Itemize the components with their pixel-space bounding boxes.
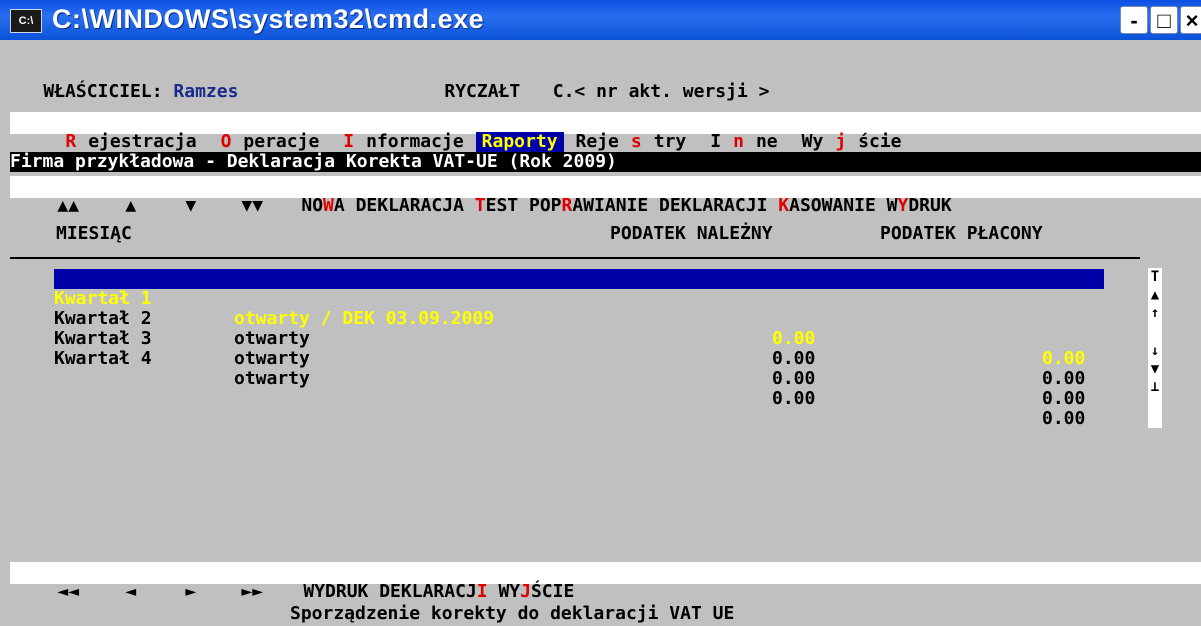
window-title: C:\WINDOWS\system32\cmd.exe xyxy=(52,4,485,34)
scroll-up-icon[interactable]: ↑ xyxy=(1148,304,1162,322)
owner-value: Ramzes xyxy=(173,81,239,102)
scroll-bottom-icon[interactable]: ⊥ xyxy=(1148,378,1162,396)
menu-rejestracja[interactable]: Rejestracja xyxy=(53,132,208,152)
row-status: otwarty xyxy=(234,368,310,389)
owner-label: WŁAŚCICIEL: xyxy=(43,81,163,102)
menu-inne[interactable]: In ne xyxy=(698,132,789,152)
column-header-month: MIESIĄC xyxy=(56,223,132,244)
first-page-button[interactable]: ◄◄ xyxy=(53,582,107,602)
footer-hint: Sporządzenie korekty do deklaracji VAT U… xyxy=(290,603,735,624)
tax-mode: RYCZAŁT xyxy=(444,81,521,102)
table-row[interactable]: Kwartał 1 otwarty / DEK 03.09.2009 0.00 … xyxy=(54,269,1104,369)
row-tax-due: 0.00 xyxy=(772,348,816,369)
action-toolbar: ▲▲ ▲ ▼ ▼▼ NOWA DEKLARACJA TEST POPRAWIANIE D… xyxy=(10,176,1201,216)
first-record-button[interactable]: ▲▲ xyxy=(53,196,107,216)
column-header-tax-paid: PODATEK PŁACONY xyxy=(880,223,1043,244)
menu-raporty[interactable]: Raporty xyxy=(475,132,564,152)
menu-rejestry[interactable]: Reje s try xyxy=(564,132,699,152)
test-button[interactable]: TEST xyxy=(475,196,518,216)
bottom-toolbar: ◄◄ ◄ ► ►► WYDRUK DEKLARACJI WYJŚCIE xyxy=(10,562,1201,602)
maximize-button[interactable]: □ xyxy=(1150,6,1178,34)
exit-button[interactable]: WYJŚCIE xyxy=(498,582,574,602)
status-line: WŁAŚCICIEL: Ramzes RYCZAŁT C.< nr akt. w… xyxy=(0,62,1201,102)
table-row[interactable]: Kwartał 4 otwarty 0.00 0.00 xyxy=(54,329,1104,429)
row-period: Kwartał 4 xyxy=(54,348,152,369)
next-page-button[interactable]: ► xyxy=(175,582,235,602)
close-button[interactable]: × xyxy=(1180,6,1201,34)
vertical-scrollbar[interactable]: T ▲ ↑ ↓ ▼ ⊥ xyxy=(1148,268,1162,428)
panel-title: Firma przykładowa - Deklaracja Korekta V… xyxy=(10,152,1201,172)
fix-declaration-button[interactable]: POPRAWIANIE DEKLARACJI xyxy=(529,196,767,216)
menu-informacje[interactable]: Informacje xyxy=(331,132,475,152)
main-menu: Rejestracja Operacje Informacje Raporty Reje… xyxy=(10,112,1201,152)
row-status: otwarty xyxy=(234,348,310,369)
new-declaration-button[interactable]: NOWA DEKLARACJA xyxy=(301,196,464,216)
scroll-top-icon[interactable]: T xyxy=(1148,268,1162,286)
row-tax-paid: 0.00 xyxy=(1042,408,1086,429)
last-page-button[interactable]: ►► xyxy=(235,582,303,602)
row-tax-paid: 0.00 xyxy=(1042,368,1086,389)
row-tax-due: 0.00 xyxy=(772,388,816,409)
minimize-button[interactable]: - xyxy=(1120,6,1148,34)
menu-operacje[interactable]: Operacje xyxy=(209,132,332,152)
menu-wyjscie[interactable]: Wy j ście xyxy=(790,132,914,152)
table-row[interactable]: Kwartał 2 otwarty 0.00 0.00 xyxy=(54,289,1104,389)
row-tax-due: 0.00 xyxy=(772,368,816,389)
delete-button[interactable]: KASOWANIE xyxy=(778,196,876,216)
table-row[interactable]: Kwartał 3 otwarty 0.00 0.00 xyxy=(54,309,1104,409)
scroll-page-up-icon[interactable]: ▲ xyxy=(1148,286,1162,304)
print-declaration-button[interactable]: WYDRUK DEKLARACJI xyxy=(303,582,487,602)
prev-record-button[interactable]: ▲ xyxy=(107,196,175,216)
print-button[interactable]: WYDRUK xyxy=(887,196,952,216)
next-record-button[interactable]: ▼ xyxy=(175,196,235,216)
scroll-down-icon[interactable]: ↓ xyxy=(1148,342,1162,360)
cmd-app-icon[interactable]: C:\ xyxy=(10,9,42,33)
row-tax-paid: 0.00 xyxy=(1042,348,1086,369)
header-separator xyxy=(10,257,1140,259)
window-titlebar: C:\ C:\WINDOWS\system32\cmd.exe - □ × xyxy=(0,0,1201,40)
prev-page-button[interactable]: ◄ xyxy=(107,582,175,602)
column-header-tax-due: PODATEK NALEŻNY xyxy=(610,223,773,244)
console-area: WŁAŚCICIEL: Ramzes RYCZAŁT C.< nr akt. w… xyxy=(0,40,1201,626)
last-record-button[interactable]: ▼▼ xyxy=(235,196,301,216)
scroll-page-down-icon[interactable]: ▼ xyxy=(1148,360,1162,378)
row-tax-paid: 0.00 xyxy=(1042,388,1086,409)
version-label: C.< nr akt. wersji > xyxy=(552,81,770,102)
